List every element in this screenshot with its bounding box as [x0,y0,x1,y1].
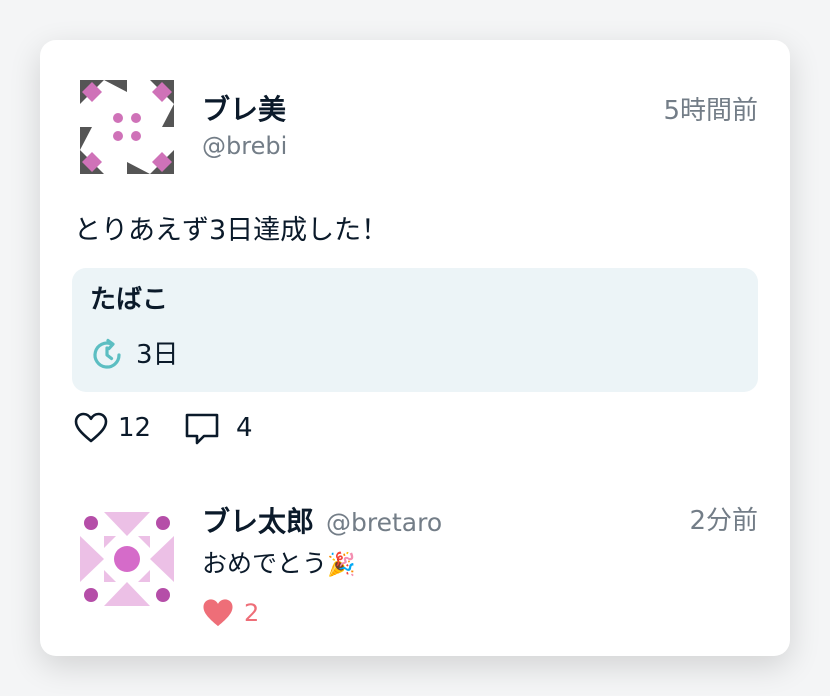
reply-body: おめでとう🎉 [202,546,356,583]
habit-streak: 3日 [136,340,179,370]
habit-name: たばこ [90,285,169,315]
brebi-avatar[interactable] [80,80,174,174]
post-card: ブレ美 @brebi 5時間前 とりあえず3日達成した！ たばこ 3日 12 4 [40,40,790,656]
post-body: とりあえず3日達成した！ [74,215,389,246]
post-author-handle[interactable]: @brebi [202,130,287,162]
like-count: 12 [118,413,152,443]
party-popper-emoji: 🎉 [327,552,356,578]
speech-bubble-icon [185,413,219,445]
post-timestamp: 5時間前 [663,96,758,126]
reply-like-button[interactable]: 2 [202,596,272,630]
reply-body-text: おめでとう [202,549,328,578]
reply-timestamp: 2分前 [689,506,758,536]
like-button[interactable]: 12 [74,410,154,446]
reply-author-handle[interactable]: @bretaro [326,506,442,540]
comment-count: 4 [236,413,253,443]
clock-restart-icon [93,338,121,369]
bretaro-avatar[interactable] [80,512,174,606]
heart-filled-icon [203,599,233,627]
reply-author-name[interactable]: ブレ太郎 [202,502,314,542]
post-author-name[interactable]: ブレ美 [202,90,286,130]
comment-button[interactable]: 4 [184,410,264,446]
habit-card[interactable]: たばこ 3日 [72,268,758,392]
heart-outline-icon [74,412,108,443]
reply-like-count: 2 [244,599,260,627]
